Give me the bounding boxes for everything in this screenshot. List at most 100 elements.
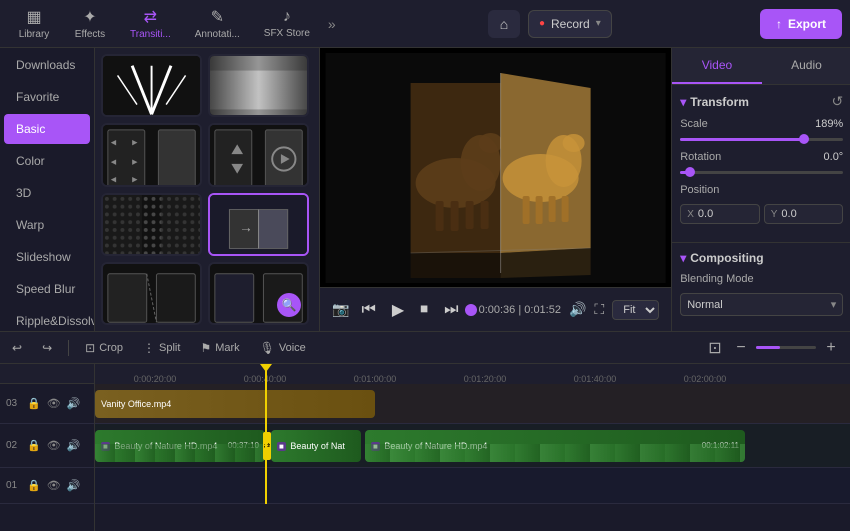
track-audio-01[interactable]: 🔊 bbox=[66, 478, 82, 493]
export-label: Export bbox=[788, 17, 826, 31]
tab-sfx[interactable]: ♪ SFX Store bbox=[254, 4, 320, 43]
category-speedblur[interactable]: Speed Blur bbox=[4, 274, 90, 304]
ruler-spacer bbox=[0, 364, 94, 384]
timeline-content[interactable]: 0:00:20:00 0:00:40:00 0:01:00:00 0:01:20… bbox=[95, 364, 850, 531]
track-lock-02[interactable]: 🔒 bbox=[26, 438, 42, 453]
track-audio-03[interactable]: 🔊 bbox=[66, 396, 82, 411]
ruler-mark-3: 0:01:00:00 bbox=[354, 374, 397, 384]
export-button[interactable]: ↑ Export bbox=[760, 9, 842, 39]
transition-extra1[interactable] bbox=[101, 262, 202, 325]
record-dropdown-icon: ▾ bbox=[596, 18, 601, 29]
stop-button[interactable]: ⏹ bbox=[416, 297, 432, 323]
track-lock-01[interactable]: 🔒 bbox=[26, 478, 42, 493]
zoom-fill bbox=[756, 346, 780, 349]
chevron-down-icon: ▾ bbox=[680, 95, 686, 109]
svg-text:▶: ▶ bbox=[132, 159, 138, 166]
tab-annotations[interactable]: ✎ Annotati... bbox=[185, 3, 250, 44]
crop-button[interactable]: ⊡ Crop bbox=[81, 339, 127, 357]
playhead[interactable] bbox=[265, 364, 267, 384]
more-button[interactable]: » bbox=[324, 12, 340, 36]
position-x[interactable]: X 0.0 bbox=[680, 204, 760, 224]
track-audio-02[interactable]: 🔊 bbox=[66, 438, 82, 453]
scale-slider[interactable] bbox=[680, 138, 843, 141]
transition-cube[interactable]: → Cube bbox=[208, 193, 309, 256]
record-indicator: ● bbox=[539, 18, 545, 29]
ruler-mark-5: 0:01:40:00 bbox=[574, 374, 617, 384]
transition-extra2[interactable]: 🔍 bbox=[208, 262, 309, 325]
voice-label: Voice bbox=[279, 342, 306, 354]
transition-evaporate1[interactable]: Evaporate 1 bbox=[208, 123, 309, 186]
scale-label: Scale bbox=[680, 118, 708, 130]
fullscreen-button[interactable]: ⛶ bbox=[594, 301, 604, 318]
home-button[interactable]: ⌂ bbox=[488, 10, 520, 38]
track-visible-02[interactable]: 👁 bbox=[46, 438, 62, 453]
fit-select[interactable]: Fit bbox=[612, 300, 659, 320]
undo-button[interactable]: ↩ bbox=[8, 339, 26, 357]
category-ripple[interactable]: Ripple&Dissolve bbox=[4, 306, 90, 331]
timeline-toolbar: ↩ ↪ ⊡ Crop ⋮ Split ⚑ Mark 🎙 Voice ⊡ − + bbox=[0, 332, 850, 364]
blending-mode-select[interactable]: Normal ▾ bbox=[680, 293, 843, 316]
skip-forward-button[interactable]: ⏭ bbox=[440, 297, 462, 323]
category-downloads[interactable]: Downloads bbox=[4, 50, 90, 80]
tab-library-label: Library bbox=[19, 29, 50, 40]
clip-nature-3[interactable]: ■ Beauty of Nature HD.mp4 00:1:02:11 bbox=[365, 430, 745, 462]
transition-dissolve[interactable]: Dissolve bbox=[101, 193, 202, 256]
tab-transitions[interactable]: ⇄ Transiti... bbox=[120, 3, 181, 44]
scale-fill bbox=[680, 138, 802, 141]
track-label-01: 01 🔒 👁 🔊 bbox=[0, 468, 94, 504]
center-right-area: 📷 ⏮ ▶ ⏹ ⏭ 0:00:36 | 0:01:52 🔊 bbox=[320, 48, 850, 331]
category-basic[interactable]: Basic bbox=[4, 114, 90, 144]
clip-nature-2[interactable]: ■ Beauty of Nat bbox=[271, 430, 361, 462]
position-label: Position bbox=[680, 184, 719, 196]
track-lock-03[interactable]: 🔒 bbox=[26, 396, 42, 411]
rotation-row: Rotation 0.0° bbox=[680, 151, 843, 163]
tab-audio[interactable]: Audio bbox=[762, 48, 850, 84]
transition-flash[interactable]: Flash bbox=[101, 54, 202, 117]
track-number-02: 02 bbox=[6, 440, 22, 451]
track-visible-03[interactable]: 👁 bbox=[46, 396, 62, 411]
transform-reset-button[interactable]: ↺ bbox=[831, 93, 843, 110]
tab-video[interactable]: Video bbox=[672, 48, 762, 84]
category-3d[interactable]: 3D bbox=[4, 178, 90, 208]
clip-nature-1[interactable]: ■ Beauty of Nature HD.mp4 00:37:10 bbox=[95, 430, 265, 462]
transition-evaporate2[interactable]: ◀ ▶ ◀ ▶ ◀ ▶ Evaporate 2 bbox=[101, 123, 202, 186]
category-warp[interactable]: Warp bbox=[4, 210, 90, 240]
library-icon: ▦ bbox=[26, 7, 41, 27]
top-bar-right: ↑ Export bbox=[760, 9, 842, 39]
split-button[interactable]: ⋮ Split bbox=[139, 339, 184, 357]
rotation-slider[interactable] bbox=[680, 171, 843, 174]
clip-vanity[interactable]: Vanity Office.mp4 bbox=[95, 390, 375, 418]
track-visible-01[interactable]: 👁 bbox=[46, 478, 62, 493]
category-color[interactable]: Color bbox=[4, 146, 90, 176]
timeline: ↩ ↪ ⊡ Crop ⋮ Split ⚑ Mark 🎙 Voice ⊡ − + bbox=[0, 331, 850, 531]
svg-text:◀: ◀ bbox=[111, 177, 117, 184]
blending-label: Blending Mode bbox=[680, 273, 753, 285]
position-y[interactable]: Y 0.0 bbox=[764, 204, 844, 224]
zoom-fit-button[interactable]: ⊡ bbox=[704, 337, 726, 359]
camera-button[interactable]: 📷 bbox=[332, 301, 349, 318]
main-area: Downloads Favorite Basic Color 3D Warp S… bbox=[0, 48, 850, 331]
transition-fade[interactable]: Fade bbox=[208, 54, 309, 117]
zoom-out-button[interactable]: − bbox=[730, 337, 752, 359]
volume-button[interactable]: 🔊 bbox=[569, 301, 586, 318]
play-button[interactable]: ▶ bbox=[388, 296, 408, 324]
zoom-slider[interactable] bbox=[756, 346, 816, 349]
mark-button[interactable]: ⚑ Mark bbox=[196, 339, 243, 357]
annotations-icon: ✎ bbox=[211, 7, 224, 27]
current-time: 0:00:36 bbox=[479, 304, 516, 316]
chevron-down-icon2: ▾ bbox=[680, 251, 686, 265]
zoom-in-button[interactable]: + bbox=[820, 337, 842, 359]
transform-header: ▾ Transform ↺ bbox=[680, 93, 843, 110]
record-button[interactable]: ● Record ▾ bbox=[528, 10, 612, 38]
record-label: Record bbox=[551, 17, 590, 31]
skip-back-button[interactable]: ⏮ bbox=[357, 297, 379, 323]
dissolve-thumb bbox=[103, 195, 200, 256]
category-slideshow[interactable]: Slideshow bbox=[4, 242, 90, 272]
voice-button[interactable]: 🎙 Voice bbox=[256, 339, 310, 357]
tab-effects[interactable]: ✦ Effects bbox=[64, 3, 116, 44]
rotation-value: 0.0° bbox=[824, 151, 844, 163]
export-icon: ↑ bbox=[776, 17, 782, 31]
redo-button[interactable]: ↪ bbox=[38, 339, 56, 357]
tab-library[interactable]: ▦ Library bbox=[8, 3, 60, 44]
category-favorite[interactable]: Favorite bbox=[4, 82, 90, 112]
